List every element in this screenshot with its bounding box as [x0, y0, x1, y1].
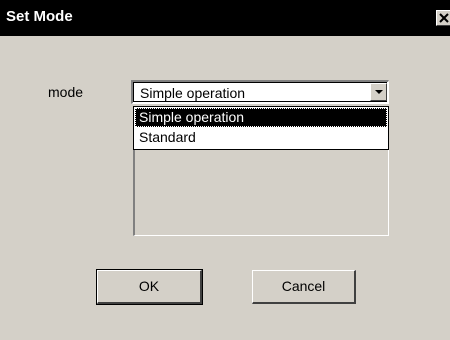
- mode-dropdown-list: Simple operation Standard: [133, 106, 389, 150]
- title-bar[interactable]: Set Mode: [0, 0, 450, 36]
- mode-select-value: Simple operation: [140, 85, 246, 101]
- mode-select[interactable]: Simple operation: [131, 80, 389, 104]
- dropdown-option-simple-operation[interactable]: Simple operation: [135, 108, 387, 127]
- list-area: [133, 150, 389, 236]
- window-title: Set Mode: [6, 8, 73, 25]
- mode-dropdown-button[interactable]: [370, 83, 387, 101]
- ok-button[interactable]: OK: [96, 269, 203, 305]
- chevron-down-icon: [375, 90, 383, 94]
- cancel-button[interactable]: Cancel: [252, 270, 356, 304]
- mode-label: mode: [48, 84, 84, 100]
- close-button[interactable]: [436, 10, 450, 26]
- close-icon: [439, 13, 449, 23]
- dropdown-option-standard[interactable]: Standard: [135, 128, 387, 147]
- set-mode-dialog: Set Mode mode Simple operation Simple op…: [0, 0, 450, 340]
